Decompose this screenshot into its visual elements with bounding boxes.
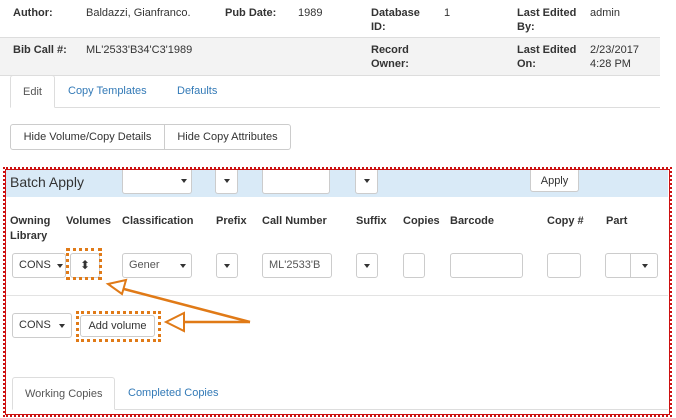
arrow-head-volumes [105, 278, 128, 296]
copies-tabs: Working Copies Completed Copies [12, 377, 668, 410]
tab-working-copies[interactable]: Working Copies [12, 377, 116, 410]
annotation-arrows [105, 278, 251, 333]
tab-completed-copies[interactable]: Completed Copies [116, 377, 231, 410]
arrow-head-add-volume [163, 311, 185, 333]
